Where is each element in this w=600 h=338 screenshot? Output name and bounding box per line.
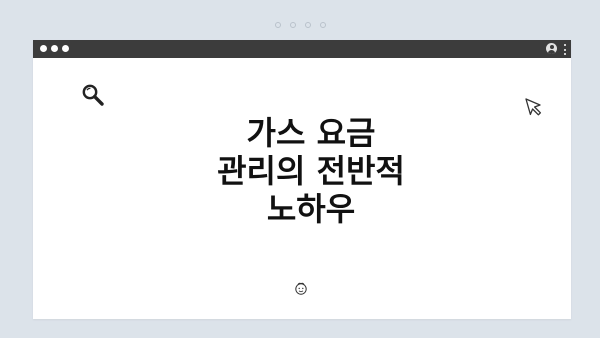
window-titlebar	[33, 40, 571, 58]
carousel-dot[interactable]	[274, 22, 281, 28]
carousel-dots	[0, 22, 600, 28]
kebab-menu-icon[interactable]	[563, 44, 566, 55]
page-content: 가스 요금 관리의 전반적 노하우	[33, 58, 571, 319]
profile-icon[interactable]	[546, 43, 557, 54]
carousel-dot[interactable]	[319, 22, 326, 28]
cursor-arrow-icon	[525, 98, 542, 116]
browser-window: 가스 요금 관리의 전반적 노하우	[33, 40, 571, 319]
carousel-dot[interactable]	[304, 22, 311, 28]
smiley-face-icon	[295, 282, 307, 295]
close-window-button[interactable]	[40, 45, 47, 52]
search-icon	[82, 84, 104, 106]
window-controls	[40, 45, 69, 52]
carousel-dot[interactable]	[289, 22, 296, 28]
maximize-window-button[interactable]	[62, 45, 69, 52]
page-headline: 가스 요금 관리의 전반적 노하우	[217, 114, 405, 228]
minimize-window-button[interactable]	[51, 45, 58, 52]
